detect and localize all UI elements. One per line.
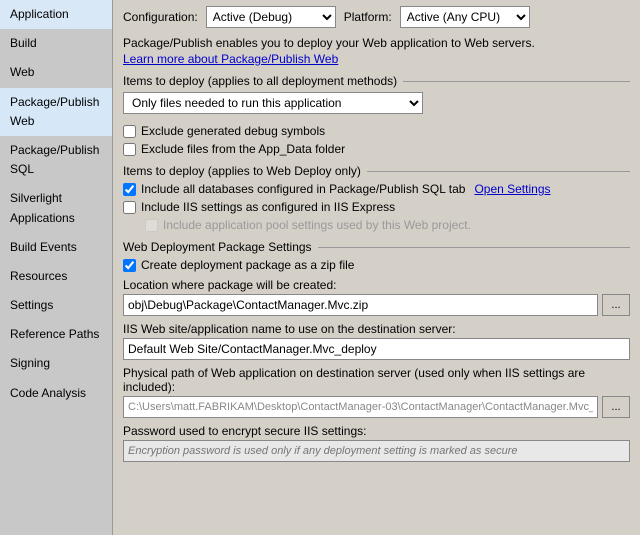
cb-exclude-app-data[interactable]: [123, 143, 136, 156]
config-row: Configuration: Active (Debug) Platform: …: [123, 6, 630, 28]
cb-exclude-app-data-label: Exclude files from the App_Data folder: [141, 142, 345, 156]
sidebar-item-silverlight[interactable]: Silverlight Applications: [0, 184, 112, 232]
physical-input-row: ...: [123, 396, 630, 418]
cb-include-app-pool-label: Include application pool settings used b…: [163, 218, 471, 232]
platform-label: Platform:: [344, 10, 392, 24]
password-input[interactable]: [123, 440, 630, 462]
config-label: Configuration:: [123, 10, 198, 24]
sidebar-item-code-analysis[interactable]: Code Analysis: [0, 379, 112, 408]
password-label: Password used to encrypt secure IIS sett…: [123, 424, 630, 438]
open-settings-link[interactable]: Open Settings: [474, 182, 550, 196]
sidebar-item-package-publish-sql[interactable]: Package/Publish SQL: [0, 136, 112, 184]
section-deploy-web: Items to deploy (applies to Web Deploy o…: [123, 164, 630, 178]
deploy-dropdown[interactable]: Only files needed to run this applicatio…: [123, 92, 423, 114]
cb-create-zip[interactable]: [123, 259, 136, 272]
main-panel: Configuration: Active (Debug) Platform: …: [113, 0, 640, 535]
platform-select[interactable]: Active (Any CPU): [400, 6, 530, 28]
section-web-deployment: Web Deployment Package Settings: [123, 240, 630, 254]
cb-exclude-debug-label: Exclude generated debug symbols: [141, 124, 325, 138]
sidebar-item-application[interactable]: Application: [0, 0, 112, 29]
location-browse-btn[interactable]: ...: [602, 294, 630, 316]
cb-include-iis[interactable]: [123, 201, 136, 214]
physical-label: Physical path of Web application on dest…: [123, 366, 630, 394]
info-line1: Package/Publish enables you to deploy yo…: [123, 36, 630, 50]
location-input[interactable]: [123, 294, 598, 316]
sidebar-item-reference-paths[interactable]: Reference Paths: [0, 320, 112, 349]
sidebar-item-package-publish-web[interactable]: Package/Publish Web: [0, 88, 112, 136]
iis-input[interactable]: [123, 338, 630, 360]
cb-exclude-debug-row: Exclude generated debug symbols: [123, 124, 630, 138]
iis-label: IIS Web site/application name to use on …: [123, 322, 630, 336]
cb-create-zip-row: Create deployment package as a zip file: [123, 258, 630, 272]
info-link[interactable]: Learn more about Package/Publish Web: [123, 52, 338, 66]
configuration-select[interactable]: Active (Debug): [206, 6, 336, 28]
cb-create-zip-label: Create deployment package as a zip file: [141, 258, 354, 272]
sidebar-item-build[interactable]: Build: [0, 29, 112, 58]
sidebar-item-settings[interactable]: Settings: [0, 291, 112, 320]
location-label: Location where package will be created:: [123, 278, 630, 292]
sidebar-item-signing[interactable]: Signing: [0, 349, 112, 378]
section-deploy-all: Items to deploy (applies to all deployme…: [123, 74, 630, 88]
cb-include-databases-row: Include all databases configured in Pack…: [123, 182, 630, 196]
cb-include-databases[interactable]: [123, 183, 136, 196]
physical-input[interactable]: [123, 396, 598, 418]
sidebar-item-resources[interactable]: Resources: [0, 262, 112, 291]
cb-include-app-pool-row: Include application pool settings used b…: [145, 218, 630, 232]
cb-include-iis-label: Include IIS settings as configured in II…: [141, 200, 395, 214]
cb-exclude-app-data-row: Exclude files from the App_Data folder: [123, 142, 630, 156]
sidebar-item-build-events[interactable]: Build Events: [0, 233, 112, 262]
physical-browse-btn[interactable]: ...: [602, 396, 630, 418]
cb-exclude-debug[interactable]: [123, 125, 136, 138]
sidebar-item-web[interactable]: Web: [0, 58, 112, 87]
cb-include-iis-row: Include IIS settings as configured in II…: [123, 200, 630, 214]
sidebar: Application Build Web Package/Publish We…: [0, 0, 113, 535]
location-input-row: ...: [123, 294, 630, 316]
cb-include-databases-label: Include all databases configured in Pack…: [141, 182, 465, 196]
cb-include-app-pool[interactable]: [145, 219, 158, 232]
